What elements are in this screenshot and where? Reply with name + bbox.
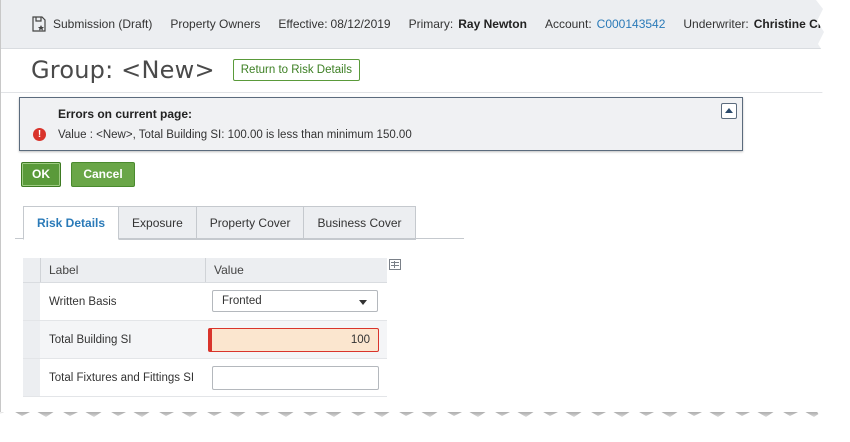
- info-bar: Submission (Draft) Property Owners Effec…: [1, 0, 831, 49]
- underwriter-label: Underwriter:: [683, 17, 749, 31]
- account-link[interactable]: C000143542: [597, 17, 666, 31]
- total-building-si-value: 100: [350, 334, 370, 346]
- row-gutter: [23, 283, 40, 320]
- collapse-icon[interactable]: [721, 103, 737, 119]
- tab-property-cover[interactable]: Property Cover: [196, 206, 305, 240]
- chevron-down-icon: [359, 300, 367, 305]
- row-label: Written Basis: [49, 296, 117, 308]
- torn-edge-decoration: [814, 0, 850, 442]
- column-menu-icon[interactable]: [389, 259, 401, 270]
- table-row: Total Fixtures and Fittings SI: [23, 359, 387, 397]
- submission-icon: [31, 16, 47, 32]
- row-gutter: [23, 321, 40, 358]
- error-message: Value : <New>, Total Building SI: 100.00…: [58, 129, 412, 141]
- product-name[interactable]: Property Owners: [170, 17, 260, 31]
- account-label: Account:: [544, 17, 592, 31]
- column-header-label[interactable]: Label: [49, 263, 78, 277]
- tab-risk-details[interactable]: Risk Details: [23, 206, 120, 240]
- written-basis-select[interactable]: Fronted: [212, 290, 378, 312]
- total-fixtures-fittings-si-input[interactable]: [212, 366, 379, 390]
- grid-header: Label Value: [23, 258, 387, 283]
- table-row: Written Basis Fronted: [23, 283, 387, 321]
- error-panel-title: Errors on current page:: [58, 107, 193, 121]
- ok-button[interactable]: OK: [21, 162, 61, 187]
- error-panel: Errors on current page: ! Value : <New>,…: [19, 97, 743, 151]
- table-row: Total Building SI 100: [23, 321, 387, 359]
- title-divider: [1, 92, 831, 93]
- error-icon: !: [33, 128, 46, 141]
- primary-name: Ray Newton: [458, 17, 527, 31]
- torn-edge-decoration: [0, 409, 850, 442]
- row-label: Total Building SI: [49, 334, 132, 346]
- risk-details-grid: Label Value Written Basis Fronted Total …: [23, 258, 387, 397]
- tab-business-cover[interactable]: Business Cover: [304, 206, 416, 240]
- written-basis-value: Fronted: [222, 295, 262, 307]
- page-title: Group: <New>: [31, 56, 215, 84]
- primary-label: Primary:: [408, 17, 454, 31]
- header-divider: [40, 258, 41, 282]
- effective-date: 08/12/2019: [330, 17, 391, 31]
- effective-label: Effective:: [278, 17, 328, 31]
- row-gutter: [23, 359, 40, 396]
- column-header-value[interactable]: Value: [214, 263, 244, 277]
- row-label: Total Fixtures and Fittings SI: [49, 372, 195, 384]
- tab-bar: Risk Details Exposure Property Cover Bus…: [23, 206, 416, 240]
- cancel-button[interactable]: Cancel: [71, 162, 135, 187]
- submission-status[interactable]: Submission (Draft): [53, 17, 152, 31]
- tab-exposure[interactable]: Exposure: [119, 206, 197, 240]
- app-window: Submission (Draft) Property Owners Effec…: [0, 0, 831, 412]
- title-row: Group: <New> Return to Risk Details: [31, 56, 360, 84]
- total-building-si-input[interactable]: 100: [208, 328, 379, 352]
- return-to-risk-details-button[interactable]: Return to Risk Details: [232, 59, 360, 81]
- header-divider: [205, 258, 206, 282]
